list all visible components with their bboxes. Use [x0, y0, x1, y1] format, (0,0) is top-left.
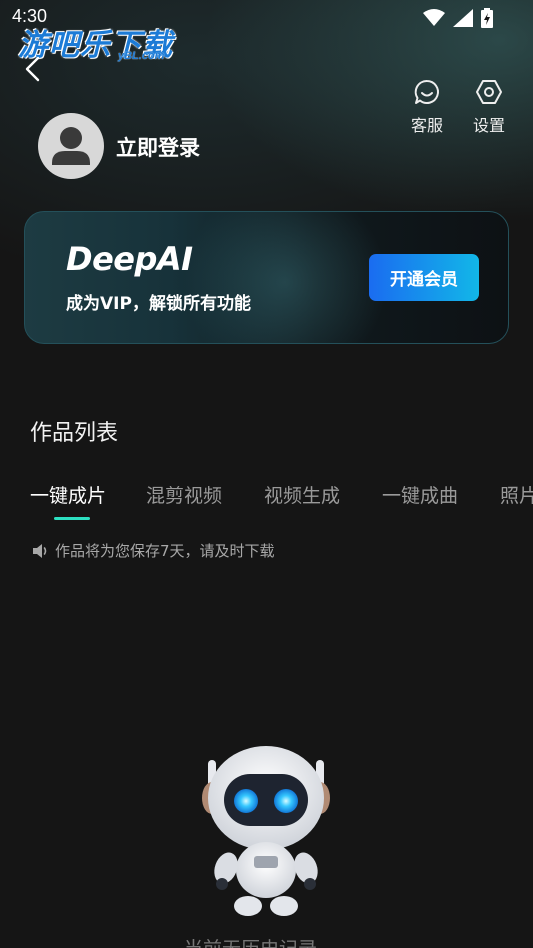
- status-icons: [423, 8, 493, 28]
- vip-brand: DeepAI: [66, 240, 193, 278]
- customer-service-button[interactable]: 客服: [404, 78, 450, 136]
- wifi-icon: [423, 9, 445, 26]
- tab-video-generation[interactable]: 视频生成: [264, 481, 340, 508]
- watermark-subtitle: yBL.com: [118, 50, 165, 62]
- tab-one-click-film[interactable]: 一键成片: [30, 481, 106, 508]
- robot-illustration: [202, 746, 330, 916]
- empty-state-text: 当前无历史记录: [184, 934, 317, 948]
- customer-service-label: 客服: [410, 116, 443, 135]
- back-button[interactable]: [22, 56, 46, 82]
- works-tabs: 一键成片 混剪视频 视频生成 一键成曲 照片: [30, 481, 533, 521]
- vip-card[interactable]: DeepAI 成为VIP，解锁所有功能 开通会员: [24, 211, 509, 344]
- chevron-left-icon: [25, 56, 40, 82]
- tab-photo[interactable]: 照片: [500, 481, 533, 508]
- settings-button[interactable]: 设置: [466, 78, 512, 136]
- tab-remix-video[interactable]: 混剪视频: [146, 481, 222, 508]
- settings-label: 设置: [472, 116, 505, 135]
- chat-smile-icon: [414, 79, 439, 104]
- open-membership-button[interactable]: 开通会员: [369, 254, 479, 301]
- user-icon: [52, 127, 90, 165]
- notice-text: 作品将为您保存7天，请及时下载: [55, 542, 275, 560]
- works-title: 作品列表: [30, 421, 119, 446]
- battery-icon: [481, 8, 493, 28]
- gear-icon: [476, 80, 502, 104]
- avatar[interactable]: [38, 113, 104, 179]
- vip-description: 成为VIP，解锁所有功能: [66, 294, 251, 314]
- retention-notice: 作品将为您保存7天，请及时下载: [32, 540, 275, 561]
- login-link[interactable]: 立即登录: [116, 132, 200, 162]
- speaker-icon: [33, 543, 47, 558]
- signal-icon: [453, 9, 473, 27]
- tab-one-click-song[interactable]: 一键成曲: [382, 481, 458, 508]
- active-tab-indicator: [54, 517, 90, 520]
